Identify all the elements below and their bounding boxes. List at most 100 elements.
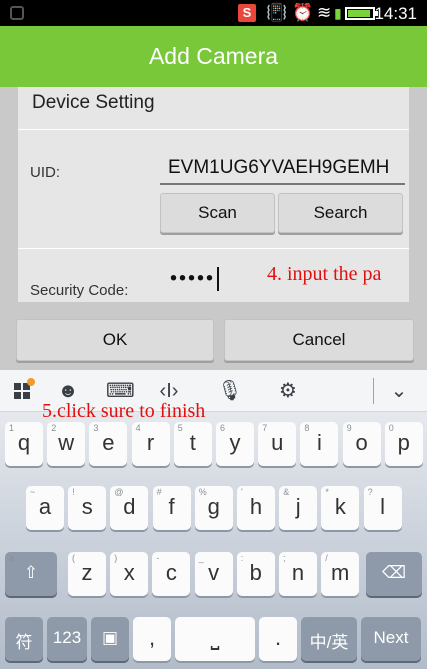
vibrate-icon: 📳 bbox=[266, 3, 288, 22]
key-o[interactable]: 9o bbox=[342, 422, 381, 466]
key-label: c bbox=[165, 560, 177, 585]
divider bbox=[18, 129, 409, 130]
key-label: v bbox=[208, 560, 220, 585]
key-r[interactable]: 4r bbox=[131, 422, 170, 466]
cancel-button[interactable]: Cancel bbox=[224, 319, 414, 361]
backspace-key[interactable]: ⌫ bbox=[366, 552, 422, 596]
signal-icon: ▮ bbox=[334, 5, 342, 21]
divider bbox=[18, 248, 409, 249]
microphone-icon: ⎵ bbox=[210, 625, 220, 650]
battery-icon bbox=[345, 7, 378, 20]
shift-key[interactable]: a ⇧ bbox=[5, 552, 57, 596]
key-h[interactable]: ' h bbox=[237, 486, 275, 530]
search-button[interactable]: Search bbox=[278, 193, 403, 233]
page-title: Add Camera bbox=[148, 43, 279, 69]
key-q[interactable]: 1q bbox=[5, 422, 43, 466]
security-code-label: Security Code: bbox=[30, 282, 129, 299]
wifi-icon: ≋ bbox=[317, 3, 332, 22]
key-label: y bbox=[229, 430, 241, 455]
key-label: ⌫ bbox=[381, 563, 407, 582]
key-label: z bbox=[81, 560, 93, 585]
security-code-value: ••••• bbox=[170, 267, 216, 290]
microphone-icon[interactable]: 🎙 bbox=[216, 378, 244, 404]
key-label: ⇧ bbox=[23, 563, 39, 582]
key-label: n bbox=[291, 560, 305, 585]
mode-key[interactable]: ▣ bbox=[91, 617, 129, 661]
key-f[interactable]: # f bbox=[152, 486, 191, 530]
key-label: h bbox=[249, 494, 263, 519]
key-label: d bbox=[123, 494, 136, 519]
s-app-icon: S bbox=[238, 4, 256, 22]
language-key[interactable]: 中/英 bbox=[301, 617, 357, 661]
alarm-icon: ⏰ bbox=[292, 3, 314, 22]
key-b[interactable]: :b bbox=[236, 552, 275, 596]
key-g[interactable]: % g bbox=[194, 486, 233, 530]
period-key[interactable]: . bbox=[259, 617, 297, 661]
key-label: a bbox=[38, 494, 52, 519]
key-t[interactable]: 5t bbox=[173, 422, 212, 466]
key-j[interactable]: & j bbox=[279, 486, 318, 530]
gear-icon[interactable]: ⚙ bbox=[274, 378, 302, 404]
key-label: j bbox=[295, 494, 301, 519]
key-c[interactable]: -c bbox=[152, 552, 191, 596]
annotation-step-5: 5.click sure to finish bbox=[42, 400, 206, 422]
key-n[interactable]: ; n bbox=[279, 552, 317, 596]
key-label: e bbox=[102, 430, 115, 455]
next-key[interactable]: Next bbox=[361, 617, 421, 661]
key-label: w bbox=[58, 430, 75, 455]
key-hint: a bbox=[9, 553, 15, 563]
key-w[interactable]: 2w bbox=[47, 422, 86, 466]
key-x[interactable]: ) x bbox=[110, 552, 149, 596]
ok-button[interactable]: OK bbox=[16, 319, 214, 361]
key-y[interactable]: 6y bbox=[216, 422, 254, 466]
key-p[interactable]: 0p bbox=[384, 422, 423, 466]
key-label: o bbox=[355, 430, 368, 455]
soft-keyboard: ☻ ⌨ ‹I› 🎙 ⚙ ⌄ 5.click sure to finish 1q2… bbox=[0, 370, 427, 669]
key-label: x bbox=[123, 560, 135, 585]
device-setting-dialog: Device Setting UID: EVM1UG6YVAEH9GEMH Sc… bbox=[0, 87, 427, 370]
key-u[interactable]: 7u bbox=[258, 422, 297, 466]
key-a[interactable]: ~ a bbox=[26, 486, 64, 530]
key-m[interactable]: / m bbox=[321, 552, 360, 596]
key-label: m bbox=[331, 560, 350, 585]
key-label: i bbox=[316, 430, 322, 455]
key-label: t bbox=[189, 430, 196, 455]
uid-input[interactable]: EVM1UG6YVAEH9GEMH bbox=[160, 153, 405, 185]
uid-label: UID: bbox=[30, 164, 60, 181]
status-bar: S 📳 ⏰ ≋ ▮ 14:31 bbox=[0, 0, 427, 26]
key-d[interactable]: @ d bbox=[110, 486, 149, 530]
chevron-down-icon[interactable]: ⌄ bbox=[385, 378, 413, 404]
key-v[interactable]: _ v bbox=[194, 552, 233, 596]
key-label: q bbox=[17, 430, 31, 455]
toolbar-divider bbox=[373, 378, 374, 404]
security-code-input[interactable]: ••••• bbox=[170, 267, 220, 291]
space-key[interactable]: ⎵ bbox=[175, 617, 255, 661]
key-label: 符 bbox=[15, 633, 33, 652]
key-label: Next bbox=[373, 628, 409, 647]
key-label: f bbox=[168, 494, 175, 519]
key-label: 中/英 bbox=[309, 633, 349, 652]
key-label: p bbox=[397, 430, 410, 455]
key-s[interactable]: ! s bbox=[68, 486, 107, 530]
number-key[interactable]: 123 bbox=[47, 617, 87, 661]
symbol-key[interactable]: 符 bbox=[5, 617, 43, 661]
text-cursor bbox=[217, 267, 220, 291]
key-label: l bbox=[380, 494, 386, 519]
key-e[interactable]: 3e bbox=[89, 422, 128, 466]
key-label: u bbox=[271, 430, 284, 455]
apps-grid-icon[interactable] bbox=[10, 378, 38, 404]
clock: 14:31 bbox=[374, 4, 417, 23]
scan-button[interactable]: Scan bbox=[160, 193, 275, 233]
comma-key[interactable]: , bbox=[133, 617, 171, 661]
annotation-step-4: 4. input the pa bbox=[267, 263, 382, 285]
key-label: 123 bbox=[52, 628, 82, 647]
key-k[interactable]: * k bbox=[321, 486, 360, 530]
key-label: , bbox=[148, 625, 156, 650]
key-label: . bbox=[274, 625, 282, 650]
key-z[interactable]: (z bbox=[68, 552, 106, 596]
key-label: g bbox=[207, 494, 220, 519]
key-label: r bbox=[146, 430, 155, 455]
key-i[interactable]: 8i bbox=[300, 422, 339, 466]
app-title-bar: Add Camera bbox=[0, 26, 427, 87]
key-l[interactable]: ? l bbox=[363, 486, 402, 530]
